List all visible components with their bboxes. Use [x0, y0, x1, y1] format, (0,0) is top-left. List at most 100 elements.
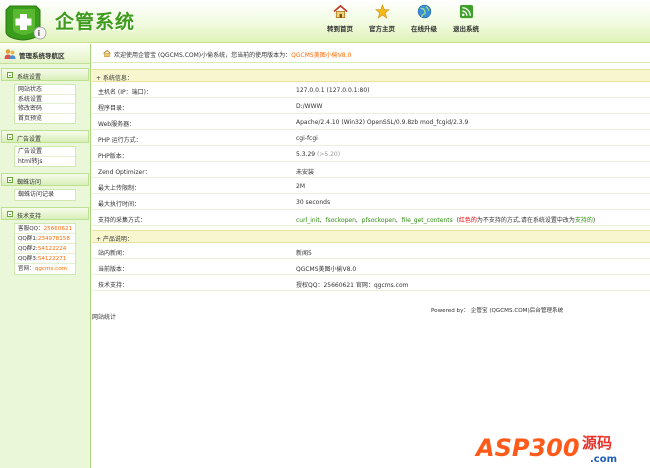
- powered-by-text: Powered by： 企管宝 (QGCMS.COM)后台管理系统: [431, 308, 564, 314]
- info-row: Zend Optimizer： 未安装: [92, 162, 650, 178]
- contact-value[interactable]: qgcms.com: [35, 266, 67, 272]
- asp300-watermark-logo: ASP300 源码 .com: [474, 430, 644, 465]
- info-key: Zend Optimizer：: [98, 169, 151, 176]
- welcome-prefix: 欢迎使用企管宝 (QGCMS.COM)小偷系统，您当前的使用版本为：: [114, 52, 292, 59]
- collapse-icon: [7, 210, 13, 217]
- contact-official-site: 官网：qgcms.com: [15, 264, 75, 274]
- info-row: 最大执行时间： 30 seconds: [92, 194, 650, 210]
- globe-icon: [417, 4, 431, 19]
- home-icon: [332, 4, 348, 18]
- welcome-bar: 欢迎使用企管宝 (QGCMS.COM)小偷系统，您当前的使用版本为：QGCMS美…: [92, 44, 650, 63]
- method-pfsockopen: pfsockopen: [361, 217, 396, 224]
- info-value: 30 seconds: [296, 199, 331, 206]
- sidebar-item-site-status[interactable]: 网站状态: [15, 85, 75, 95]
- support-contacts: 客服QQ：25660621 QQ群1:234978158 QQ群2:541222…: [14, 222, 76, 275]
- note-mid: 为不支持的方式,请在系统设置中改为: [476, 217, 575, 224]
- php-version: 5.3.29: [296, 151, 316, 158]
- info-key: 最大上传限制：: [98, 185, 141, 192]
- info-row: PHP 运行方式： cgi-fcgi: [92, 130, 650, 146]
- star-icon: [374, 4, 390, 19]
- method-file-get-contents: file_get_contents: [401, 217, 453, 224]
- watermark-brand: ASP300: [474, 434, 580, 462]
- contact-value: 25660621: [43, 225, 73, 232]
- group-title-label: 技术支持: [17, 212, 42, 220]
- top-navigation: 转到首页 官方主页 在线升级 退出系统: [0, 4, 650, 40]
- info-row: 站内新闻： 新闻5: [92, 243, 650, 259]
- group-items-spider: 蜘蛛访问记录: [14, 189, 76, 201]
- nav-official-site-button[interactable]: 官方主页: [360, 4, 404, 38]
- info-value: Apache/2.4.10 (Win32) OpenSSL/0.9.8zb mo…: [296, 119, 469, 126]
- nav-home-button[interactable]: 转到首页: [318, 4, 362, 38]
- nav-upgrade-label: 在线升级: [411, 25, 437, 33]
- sidebar-item-change-password[interactable]: 修改密码: [15, 104, 75, 114]
- group-title-tech-support[interactable]: 技术支持: [1, 206, 89, 220]
- group-title-ad-settings[interactable]: 广告设置: [1, 130, 89, 143]
- info-row: 当前版本： QGCMS美图小偷V8.0: [92, 259, 650, 275]
- contact-label: 官网：: [18, 265, 35, 272]
- site-stats-text: 网站统计: [92, 314, 117, 321]
- info-key: 站内新闻：: [98, 250, 129, 257]
- info-key: 程序目录：: [98, 105, 129, 112]
- info-row: 主机名 (IP：端口)： 127.0.0.1 (127.0.0.1:80): [92, 82, 650, 98]
- info-row: Web服务器： Apache/2.4.10 (Win32) OpenSSL/0.…: [92, 114, 650, 130]
- contact-value: 234978158: [37, 235, 70, 242]
- method-curl: curl_init: [296, 217, 320, 224]
- sidebar-item-spider-log[interactable]: 蜘蛛访问记录: [15, 190, 75, 200]
- nav-upgrade-button[interactable]: 在线升级: [402, 4, 446, 38]
- sidebar-title: 管理系统导航区: [19, 52, 65, 60]
- current-version: QGCMS美图小偷V8.0: [291, 52, 352, 59]
- info-key: 支持的采集方式：: [98, 217, 147, 224]
- product-info-title: + 产品说明：: [96, 236, 133, 243]
- sidebar-item-html-to-js[interactable]: html转js: [15, 157, 75, 167]
- info-row: PHP版本： 5.3.29 (>5.20): [92, 146, 650, 162]
- nav-home-label: 转到首页: [327, 25, 353, 33]
- info-value: 授权QQ：25660621 官网：qgcms.com: [296, 282, 409, 289]
- sidebar-group-system: 系统设置 网站状态 系统设置 修改密码 首页预览: [0, 68, 90, 124]
- info-row: 最大上传限制： 2M: [92, 178, 650, 194]
- group-title-spider-visits[interactable]: 蜘蛛访问: [1, 173, 89, 186]
- sidebar-item-ad-settings[interactable]: 广告设置: [15, 147, 75, 157]
- system-info-title: + 系统信息：: [96, 75, 133, 82]
- contact-qq-group-2: QQ群2:54122224: [15, 244, 75, 254]
- contact-label: 客服QQ：: [18, 225, 44, 232]
- info-value: QGCMS美图小偷V8.0: [296, 266, 357, 273]
- left-sidebar: 管理系统导航区 系统设置 网站状态 系统设置 修改密码 首页预览 广告设置 广告…: [0, 44, 91, 468]
- users-icon: [4, 49, 16, 59]
- nav-official-site-label: 官方主页: [369, 25, 395, 33]
- note-red: 红色的: [458, 217, 477, 224]
- group-items-ads: 广告设置 html转js: [14, 146, 76, 167]
- sidebar-group-support: 技术支持 客服QQ：25660621 QQ群1:234978158 QQ群2:5…: [0, 206, 90, 275]
- group-title-system-settings[interactable]: 系统设置: [1, 68, 89, 81]
- collapse-icon: [7, 177, 13, 183]
- info-row: 程序目录： D:/WWW: [92, 98, 650, 114]
- group-title-label: 蜘蛛访问: [17, 179, 42, 186]
- contact-label: QQ群1:: [18, 235, 38, 242]
- home-icon: [103, 50, 111, 57]
- contact-qq-group-3: QQ群3:54122271: [15, 254, 75, 264]
- info-key: Web服务器：: [98, 121, 136, 128]
- contact-qq-group-1: QQ群1:234978158: [15, 234, 75, 244]
- info-value: 5.3.29 (>5.20): [296, 151, 340, 158]
- sidebar-group-spider: 蜘蛛访问 蜘蛛访问记录: [0, 173, 90, 201]
- sidebar-item-home-preview[interactable]: 首页预览: [15, 114, 75, 124]
- group-items-system: 网站状态 系统设置 修改密码 首页预览: [14, 84, 76, 124]
- news-link[interactable]: 新闻5: [296, 248, 312, 257]
- info-row: 技术支持： 授权QQ：25660621 官网：qgcms.com: [92, 275, 650, 291]
- group-title-label: 广告设置: [17, 136, 42, 143]
- info-key: 当前版本：: [98, 266, 129, 273]
- info-key: PHP 运行方式：: [98, 137, 142, 144]
- sidebar-header: 管理系统导航区: [0, 44, 90, 64]
- contact-service-qq: 客服QQ：25660621: [15, 224, 75, 234]
- info-value: D:/WWW: [296, 103, 323, 110]
- sidebar-item-system-settings[interactable]: 系统设置: [15, 95, 75, 104]
- sidebar-group-ads: 广告设置 广告设置 html转js: [0, 130, 90, 167]
- zend-status: 未安装: [296, 169, 315, 176]
- contact-value: 54122224: [37, 245, 67, 252]
- info-key: 技术支持：: [98, 282, 129, 289]
- contact-label: QQ群2:: [18, 245, 38, 252]
- info-key: PHP版本：: [98, 153, 128, 160]
- collapse-icon: [7, 72, 13, 78]
- group-title-label: 系统设置: [17, 74, 42, 81]
- nav-logout-button[interactable]: 退出系统: [444, 4, 488, 38]
- contact-label: QQ群3:: [18, 255, 38, 262]
